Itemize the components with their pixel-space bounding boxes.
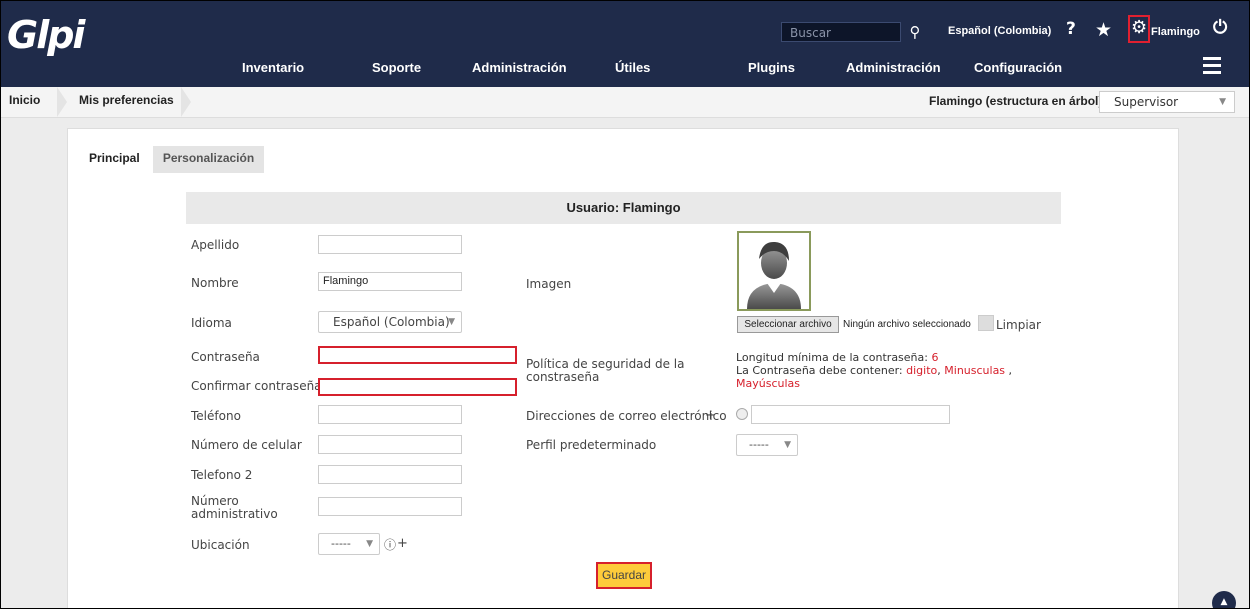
perfil-value: -----: [749, 438, 769, 451]
telefono-label: Teléfono: [191, 409, 241, 423]
tab-principal[interactable]: Principal: [89, 146, 140, 173]
default-email-radio[interactable]: [736, 408, 748, 420]
nav-inventario[interactable]: Inventario: [242, 60, 304, 75]
idioma-select[interactable]: Español (Colombia) ▼: [318, 311, 462, 333]
star-icon[interactable]: ★: [1095, 19, 1112, 41]
chevron-down-icon: ▼: [448, 317, 455, 327]
breadcrumb-separator: [181, 87, 191, 117]
chevron-down-icon: ▼: [366, 539, 373, 549]
file-status: Ningún archivo seleccionado: [843, 319, 971, 330]
save-button[interactable]: Guardar: [596, 562, 652, 589]
menu-icon[interactable]: [1203, 57, 1221, 78]
celular-label: Número de celular: [191, 438, 302, 452]
ubicacion-value: -----: [331, 537, 351, 550]
add-location-icon[interactable]: +: [397, 536, 408, 551]
logout-icon[interactable]: ⏻: [1213, 17, 1227, 38]
nombre-input[interactable]: Flamingo: [318, 272, 462, 291]
contrasena-label: Contraseña: [191, 350, 260, 364]
password-policy-label: Política de seguridad de la constraseña: [526, 357, 685, 384]
nav-administracion-2[interactable]: Administración: [846, 60, 941, 75]
form-title: Usuario: Flamingo: [186, 192, 1061, 224]
perfil-select[interactable]: ----- ▼: [736, 434, 798, 456]
top-bar: [1, 1, 1249, 47]
page-frame: Glpi Buscar ⚲ Español (Colombia) ? ★ ⚙ F…: [0, 0, 1250, 609]
idioma-value: Español (Colombia): [333, 315, 450, 329]
nav-soporte[interactable]: Soporte: [372, 60, 421, 75]
nav-plugins[interactable]: Plugins: [748, 60, 795, 75]
breadcrumb-separator: [57, 87, 67, 117]
perfil-label: Perfil predeterminado: [526, 438, 657, 452]
tab-personalizacion[interactable]: Personalización: [153, 146, 264, 173]
entity-selector[interactable]: Flamingo (estructura en árbol): [929, 94, 1102, 108]
idioma-label: Idioma: [191, 316, 232, 330]
scroll-top-icon[interactable]: ▲: [1212, 591, 1236, 608]
help-icon[interactable]: ?: [1066, 19, 1076, 39]
chevron-down-icon: ▼: [1219, 97, 1226, 107]
clear-image-label: Limpiar: [996, 318, 1041, 332]
nav-utiles[interactable]: Útiles: [615, 60, 650, 75]
profile-value: Supervisor: [1114, 95, 1179, 109]
profile-select[interactable]: Supervisor ▼: [1099, 91, 1235, 113]
confirm-password-input[interactable]: [318, 378, 517, 396]
min-length-text: Longitud mínima de la contraseña:: [736, 351, 928, 364]
breadcrumb-current[interactable]: Mis preferencias: [79, 93, 174, 107]
ubicacion-label: Ubicación: [191, 538, 250, 552]
telefono2-input[interactable]: [318, 465, 462, 484]
user-avatar: [737, 231, 811, 311]
select-file-button[interactable]: Seleccionar archivo: [737, 316, 839, 333]
search-icon[interactable]: ⚲: [905, 22, 925, 42]
avatar-silhouette-icon: [747, 241, 801, 309]
telefono-input[interactable]: [318, 405, 462, 424]
ubicacion-select[interactable]: ----- ▼: [318, 533, 380, 555]
requirement-digit: digito: [906, 364, 938, 377]
password-requirements: La Contraseña debe contener: digito, Min…: [736, 364, 1013, 377]
clear-image-checkbox[interactable]: [978, 315, 994, 331]
add-email-icon[interactable]: +: [705, 408, 716, 423]
nombre-label: Nombre: [191, 276, 239, 290]
email-label: Direcciones de correo electrónico: [526, 409, 727, 423]
nav-configuracion[interactable]: Configuración: [974, 60, 1062, 75]
min-length-value: 6: [931, 351, 939, 364]
telefono2-label: Telefono 2: [191, 468, 253, 482]
email-input[interactable]: [751, 405, 950, 424]
administrativo-label: Número administrativo: [191, 494, 278, 521]
celular-input[interactable]: [318, 435, 462, 454]
password-input[interactable]: [318, 346, 517, 364]
nav-administracion[interactable]: Administración: [472, 60, 567, 75]
requirement-lowercase: Minusculas: [944, 364, 1006, 377]
info-icon[interactable]: ⓘ: [384, 536, 396, 553]
search-input[interactable]: Buscar: [781, 22, 901, 42]
username-link[interactable]: Flamingo: [1151, 26, 1200, 38]
password-min-length: Longitud mínima de la contraseña: 6: [736, 351, 938, 364]
apellido-label: Apellido: [191, 238, 240, 252]
requirement-uppercase: Mayúsculas: [736, 377, 800, 390]
gear-icon[interactable]: ⚙: [1131, 17, 1147, 38]
glpi-logo[interactable]: Glpi: [7, 13, 85, 57]
chevron-down-icon: ▼: [784, 440, 791, 450]
imagen-label: Imagen: [526, 277, 572, 291]
language-link[interactable]: Español (Colombia): [948, 25, 1051, 37]
breadcrumb-home[interactable]: Inicio: [9, 93, 40, 107]
confirmar-label: Confirmar contraseña: [191, 379, 322, 393]
administrativo-input[interactable]: [318, 497, 462, 516]
must-contain-text: La Contraseña debe contener:: [736, 364, 903, 377]
apellido-input[interactable]: [318, 235, 462, 254]
